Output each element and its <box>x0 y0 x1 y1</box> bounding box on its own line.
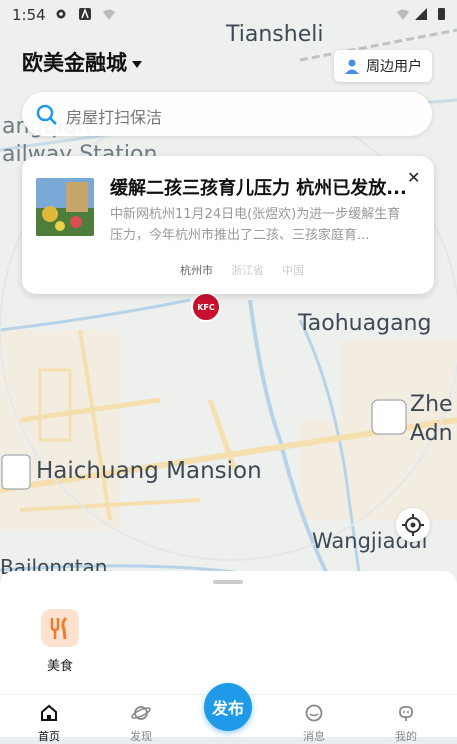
tab-label: 我的 <box>395 730 417 743</box>
signal-icon <box>415 8 427 20</box>
news-card[interactable]: 缓解二孩三孩育儿压力 杭州已发放... 中新网杭州11月24日电(张煜欢)为进一… <box>22 156 434 294</box>
locate-button[interactable] <box>396 508 430 542</box>
status-bar: 1:54 <box>0 0 457 30</box>
tab-label: 消息 <box>303 730 325 743</box>
search-bar[interactable]: 房屋打扫保洁 <box>22 92 432 136</box>
tag-city[interactable]: 杭州市 <box>180 262 213 278</box>
robot-icon <box>399 706 413 721</box>
news-title: 缓解二孩三孩育儿压力 杭州已发放... <box>110 178 407 199</box>
map-label: Taohuagang <box>298 311 432 336</box>
tag-province[interactable]: 浙江省 <box>231 262 264 278</box>
tab-home[interactable]: 首页 <box>19 703 79 744</box>
category-label: 美食 <box>46 659 73 674</box>
app-notification-icon <box>79 7 91 20</box>
tab-discover[interactable]: 发现 <box>111 703 171 744</box>
map-label: Haichuang Mansion <box>36 458 262 484</box>
caret-down-icon <box>132 60 142 68</box>
close-icon[interactable]: ✕ <box>407 168 420 187</box>
tab-label: 发现 <box>130 730 152 743</box>
search-icon <box>36 104 57 125</box>
city-selector[interactable]: 欧美金融城 <box>22 47 142 77</box>
search-placeholder: 房屋打扫保洁 <box>66 108 163 127</box>
publish-button[interactable]: 发布 <box>204 683 252 731</box>
map-label: Zhe <box>410 392 453 417</box>
nearby-users-button[interactable]: 周边用户 <box>334 50 432 82</box>
chat-icon <box>305 704 323 722</box>
user-icon <box>345 59 359 74</box>
tab-profile[interactable]: 我的 <box>376 703 436 744</box>
status-time: 1:54 <box>12 6 46 24</box>
news-summary: 中新网杭州11月24日电(张煜欢)为进一步缓解生育压力，今年杭州市推出了二孩、三… <box>110 207 401 243</box>
city-name: 欧美金融城 <box>22 51 127 75</box>
crosshair-icon <box>402 514 424 536</box>
settings-icon <box>56 9 66 19</box>
nearby-users-label: 周边用户 <box>366 59 422 75</box>
wifi-question-icon <box>103 9 115 20</box>
drag-handle[interactable] <box>213 580 243 584</box>
tag-country[interactable]: 中国 <box>282 262 304 278</box>
food-icon <box>41 609 79 647</box>
category-food[interactable]: 美食 <box>40 609 80 674</box>
tab-label: 首页 <box>38 730 60 743</box>
news-tags: 杭州市 浙江省 中国 <box>180 262 304 278</box>
kfc-poi-marker[interactable]: KFC <box>191 292 221 322</box>
map-label: Adn <box>410 421 453 446</box>
tab-messages[interactable]: 消息 <box>284 703 344 744</box>
news-thumbnail <box>36 178 94 236</box>
wifi-off-icon <box>397 9 409 20</box>
battery-icon <box>438 8 445 20</box>
planet-icon <box>131 706 151 720</box>
home-icon <box>41 704 57 721</box>
